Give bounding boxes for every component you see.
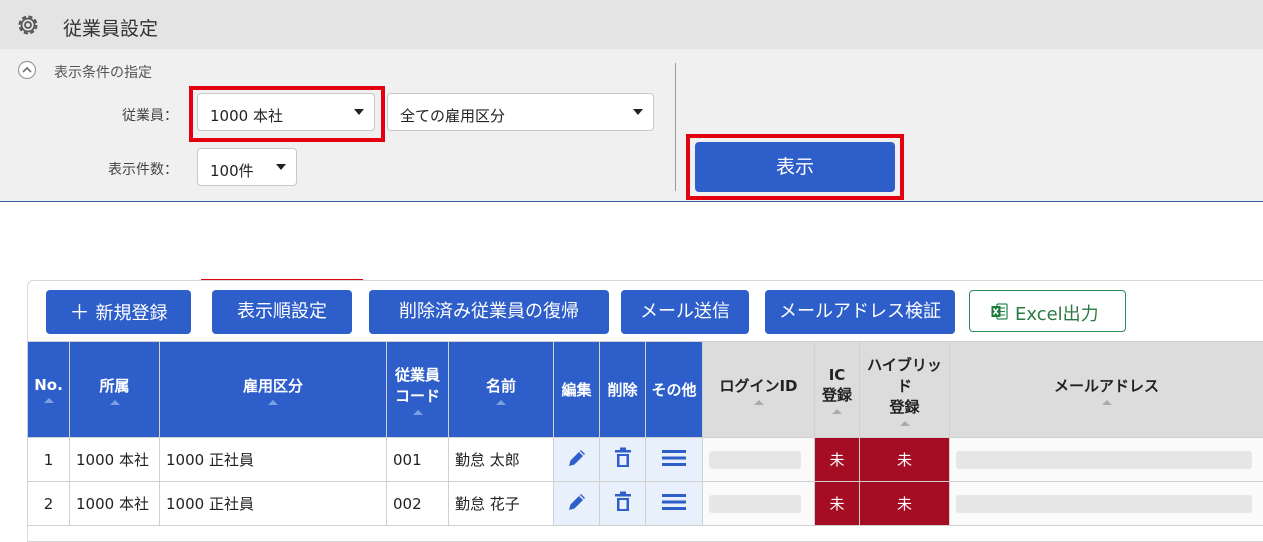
page-title: 従業員設定: [63, 14, 158, 41]
redacted-value: [709, 451, 801, 469]
cell-login-id: [703, 438, 815, 482]
sort-icon: [413, 410, 423, 415]
sort-icon: [1102, 400, 1112, 405]
col-employee-code[interactable]: 従業員コード: [387, 342, 449, 438]
count-label: 表示件数：: [108, 159, 178, 179]
col-delete: 削除: [600, 342, 646, 438]
excel-export-label: Excel出力: [1015, 300, 1099, 326]
cell-hybrid: 未: [860, 438, 950, 482]
col-employment-type[interactable]: 雇用区分: [160, 342, 387, 438]
other-cell: [646, 482, 703, 526]
chevron-up-icon[interactable]: [17, 60, 37, 80]
cell-no: 1: [28, 438, 70, 482]
verify-mail-button[interactable]: メールアドレス検証: [765, 290, 955, 334]
cell-name: 勤怠 花子: [449, 482, 554, 526]
delete-cell: [600, 438, 646, 482]
other-cell: [646, 438, 703, 482]
cell-ic: 未: [815, 438, 860, 482]
cell-mail: [950, 438, 1263, 482]
trash-icon[interactable]: [611, 446, 635, 470]
cell-ic: 未: [815, 482, 860, 526]
divider: [675, 63, 676, 191]
sort-icon: [900, 421, 910, 426]
gear-icon: [14, 11, 42, 39]
table-row: 2 1000 本社 1000 正社員 002 勤怠 花子 未 未: [28, 482, 1263, 526]
col-edit: 編集: [554, 342, 600, 438]
redacted-value: [709, 495, 801, 513]
col-login-id[interactable]: ログインID: [703, 342, 815, 438]
employment-type-select[interactable]: 全ての雇用区分: [387, 93, 654, 131]
cell-hybrid: 未: [860, 482, 950, 526]
trash-icon[interactable]: [611, 490, 635, 514]
count-select[interactable]: 100件: [197, 148, 297, 186]
display-order-button[interactable]: 表示順設定: [212, 290, 352, 334]
sort-icon: [44, 398, 54, 403]
cell-name: 勤怠 太郎: [449, 438, 554, 482]
send-mail-button[interactable]: メール送信: [621, 290, 749, 334]
sort-icon: [754, 400, 764, 405]
col-dept[interactable]: 所属: [70, 342, 160, 438]
col-mail[interactable]: メールアドレス: [950, 342, 1263, 438]
sort-icon: [832, 409, 842, 414]
excel-icon: [991, 303, 1008, 320]
cell-employee-code: 001: [387, 438, 449, 482]
filter-section-label: 表示条件の指定: [54, 62, 152, 82]
edit-cell: [554, 438, 600, 482]
count-select-value: 100件: [210, 160, 254, 181]
table-row: 1 1000 本社 1000 正社員 001 勤怠 太郎 未 未: [28, 438, 1263, 482]
chevron-down-icon: [276, 164, 286, 170]
cell-no: 2: [28, 482, 70, 526]
cell-mail: [950, 482, 1263, 526]
title-bar: 従業員設定: [0, 0, 1263, 49]
cell-dept: 1000 本社: [70, 482, 160, 526]
col-ic[interactable]: IC登録: [815, 342, 860, 438]
employment-type-value: 全ての雇用区分: [400, 105, 505, 126]
sort-icon: [110, 400, 120, 405]
cell-employment-type: 1000 正社員: [160, 438, 387, 482]
delete-cell: [600, 482, 646, 526]
col-no[interactable]: No.: [28, 342, 70, 438]
excel-export-button[interactable]: Excel出力: [969, 290, 1126, 332]
sort-icon: [268, 400, 278, 405]
menu-icon[interactable]: [661, 491, 687, 513]
col-hybrid[interactable]: ハイブリッド登録: [860, 342, 950, 438]
highlight-employee-select: [189, 86, 385, 142]
cell-employee-code: 002: [387, 482, 449, 526]
redacted-value: [956, 451, 1252, 469]
new-register-button[interactable]: ＋ 新規登録: [46, 290, 191, 334]
col-name[interactable]: 名前: [449, 342, 554, 438]
redacted-value: [956, 495, 1252, 513]
table-header-row: No. 所属 雇用区分 従業員コード 名前 編集 削除 その他 ログインID I…: [28, 342, 1263, 438]
restore-deleted-button[interactable]: 削除済み従業員の復帰: [369, 290, 609, 334]
cell-login-id: [703, 482, 815, 526]
cell-employment-type: 1000 正社員: [160, 482, 387, 526]
menu-icon[interactable]: [661, 447, 687, 469]
edit-cell: [554, 482, 600, 526]
pencil-icon[interactable]: [565, 490, 589, 514]
new-register-label: 新規登録: [96, 303, 168, 324]
chevron-down-icon: [633, 109, 643, 115]
highlight-show-button: [686, 134, 904, 200]
pencil-icon[interactable]: [565, 446, 589, 470]
col-other: その他: [646, 342, 703, 438]
sort-icon: [496, 400, 506, 405]
cell-dept: 1000 本社: [70, 438, 160, 482]
employee-label: 従業員：: [122, 105, 178, 125]
plus-icon: ＋: [70, 300, 90, 324]
employee-table: No. 所属 雇用区分 従業員コード 名前 編集 削除 その他 ログインID I…: [27, 341, 1263, 526]
